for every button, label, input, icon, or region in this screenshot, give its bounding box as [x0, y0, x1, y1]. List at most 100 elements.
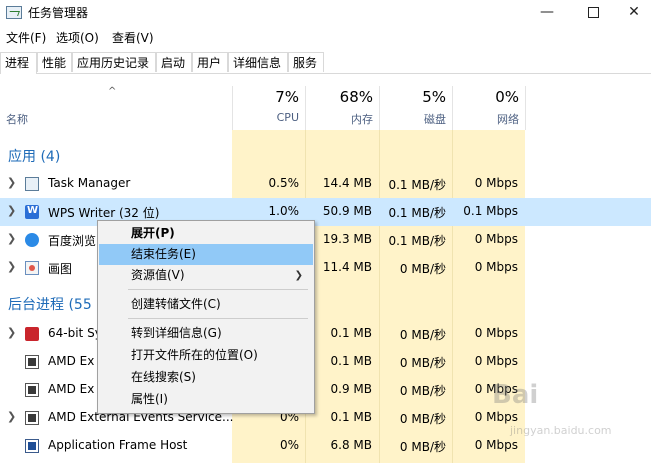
memory-value: 14.4 MB: [322, 176, 372, 190]
menu-item-create-dump[interactable]: 创建转储文件(C): [99, 294, 313, 315]
close-icon: ✕: [628, 4, 640, 20]
disk-value: 0.1 MB/秒: [388, 206, 446, 220]
memory-value: 0.1 MB: [330, 410, 372, 424]
menu-item-label: 展开(P): [131, 226, 175, 240]
column-header-network[interactable]: 网络: [452, 111, 519, 127]
memory-total: 68%: [339, 88, 373, 106]
tab-app-history[interactable]: 应用历史记录: [72, 52, 156, 72]
chevron-right-icon[interactable]: ❯: [7, 204, 16, 217]
sort-up-icon[interactable]: ^: [108, 86, 116, 97]
memory-value: 6.8 MB: [330, 438, 372, 452]
process-row[interactable]: ❯ Task Manager 0.5% 14.4 MB 0.1 MB/秒 0 M…: [0, 170, 651, 198]
minimize-button[interactable]: —: [525, 0, 569, 26]
chevron-right-icon[interactable]: ❯: [7, 260, 16, 273]
memory-value: 11.4 MB: [322, 260, 372, 274]
cpu-value: 0%: [279, 438, 299, 452]
process-name: Task Manager: [48, 176, 131, 190]
menu-options[interactable]: 选项(O): [56, 29, 99, 46]
memory-value: 0.1 MB: [330, 354, 372, 368]
menu-item-end-task[interactable]: 结束任务(E): [99, 244, 313, 265]
chevron-right-icon[interactable]: ❯: [7, 326, 16, 339]
tab-performance[interactable]: 性能: [37, 52, 72, 72]
menu-item-search-online[interactable]: 在线搜索(S): [99, 367, 313, 388]
process-name: WPS Writer (32 位): [48, 206, 160, 220]
network-value: 0 Mbps: [474, 176, 518, 190]
menu-item-expand[interactable]: 展开(P): [99, 223, 313, 244]
menu-item-label: 资源值(V): [131, 268, 185, 282]
chevron-right-icon: ❯: [294, 270, 303, 281]
close-button[interactable]: ✕: [612, 0, 651, 26]
disk-value: 0.1 MB/秒: [388, 234, 446, 248]
menu-item-label: 打开文件所在的位置(O): [131, 348, 258, 362]
disk-value: 0 MB/秒: [399, 328, 446, 342]
process-name: AMD Ex: [48, 354, 95, 368]
cpu-total: 7%: [275, 88, 299, 106]
context-menu: 展开(P) 结束任务(E) 资源值(V) ❯ 创建转储文件(C) 转到详细信息(G…: [97, 220, 315, 414]
disk-value: 0 MB/秒: [399, 262, 446, 276]
disk-value: 0 MB/秒: [399, 384, 446, 398]
process-name: Application Frame Host: [48, 438, 188, 452]
menu-file[interactable]: 文件(F): [6, 29, 46, 46]
cpu-value: 0.5%: [268, 176, 300, 190]
group-apps-heading: 应用 (4): [8, 149, 61, 165]
minimize-icon: —: [540, 4, 554, 20]
app-frame-icon: [25, 439, 39, 453]
column-header-name[interactable]: 名称: [6, 111, 28, 127]
group-background-heading: 后台进程 (55: [8, 297, 92, 313]
menu-item-label: 结束任务(E): [131, 247, 196, 261]
tab-services[interactable]: 服务: [288, 52, 324, 72]
column-header-memory[interactable]: 内存: [305, 111, 373, 127]
menu-item-properties[interactable]: 属性(I): [99, 389, 313, 410]
menu-view[interactable]: 查看(V): [112, 29, 154, 46]
disk-total: 5%: [422, 88, 446, 106]
watermark: Bai jingyan.baidu.com: [492, 380, 642, 450]
window-title: 任务管理器: [28, 6, 89, 20]
disk-value: 0 MB/秒: [399, 440, 446, 454]
task-manager-icon: [25, 177, 39, 191]
service-icon: [25, 411, 39, 425]
wps-writer-icon: [25, 205, 39, 219]
process-name: 64-bit Sy: [48, 326, 102, 340]
app-red-icon: [25, 327, 39, 341]
watermark-subtext: jingyan.baidu.com: [510, 424, 612, 437]
process-name: AMD Ex: [48, 382, 95, 396]
menu-item-go-to-details[interactable]: 转到详细信息(G): [99, 323, 313, 344]
title-bar: 任务管理器 — ✕: [0, 0, 651, 26]
tab-users[interactable]: 用户: [192, 52, 228, 72]
maximize-button[interactable]: [571, 0, 615, 26]
process-name: 画图: [48, 262, 73, 276]
disk-value: 0.1 MB/秒: [388, 178, 446, 192]
disk-value: 0 MB/秒: [399, 412, 446, 426]
menu-item-open-file-location[interactable]: 打开文件所在的位置(O): [99, 345, 313, 366]
network-value: 0 Mbps: [474, 232, 518, 246]
cpu-value: 1.0%: [268, 204, 300, 218]
chevron-right-icon[interactable]: ❯: [7, 410, 16, 423]
menu-separator: [128, 318, 308, 319]
tab-details[interactable]: 详细信息: [228, 52, 288, 72]
network-value: 0 Mbps: [474, 326, 518, 340]
menu-item-resource-values[interactable]: 资源值(V) ❯: [99, 265, 313, 286]
network-total: 0%: [495, 88, 519, 106]
column-header-disk[interactable]: 磁盘: [379, 111, 446, 127]
service-icon: [25, 355, 39, 369]
process-name: 百度浏览: [48, 234, 97, 248]
memory-value: 50.9 MB: [322, 204, 372, 218]
maximize-icon: [587, 7, 599, 18]
memory-value: 0.1 MB: [330, 326, 372, 340]
network-value: 0.1 Mbps: [463, 204, 518, 218]
menu-item-label: 创建转储文件(C): [131, 297, 221, 311]
menu-item-label: 转到详细信息(G): [131, 326, 222, 340]
menu-item-label: 在线搜索(S): [131, 370, 196, 384]
paint-icon: [25, 261, 39, 275]
network-value: 0 Mbps: [474, 260, 518, 274]
chevron-right-icon[interactable]: ❯: [7, 232, 16, 245]
service-icon: [25, 383, 39, 397]
baidu-browser-icon: [25, 233, 39, 247]
chevron-right-icon[interactable]: ❯: [7, 176, 16, 189]
menu-item-label: 属性(I): [131, 392, 168, 406]
tab-startup[interactable]: 启动: [156, 52, 192, 72]
tab-processes[interactable]: 进程: [0, 52, 37, 74]
watermark-text: Bai: [492, 380, 539, 410]
column-header-cpu[interactable]: CPU: [232, 111, 299, 124]
menu-separator: [128, 289, 308, 290]
